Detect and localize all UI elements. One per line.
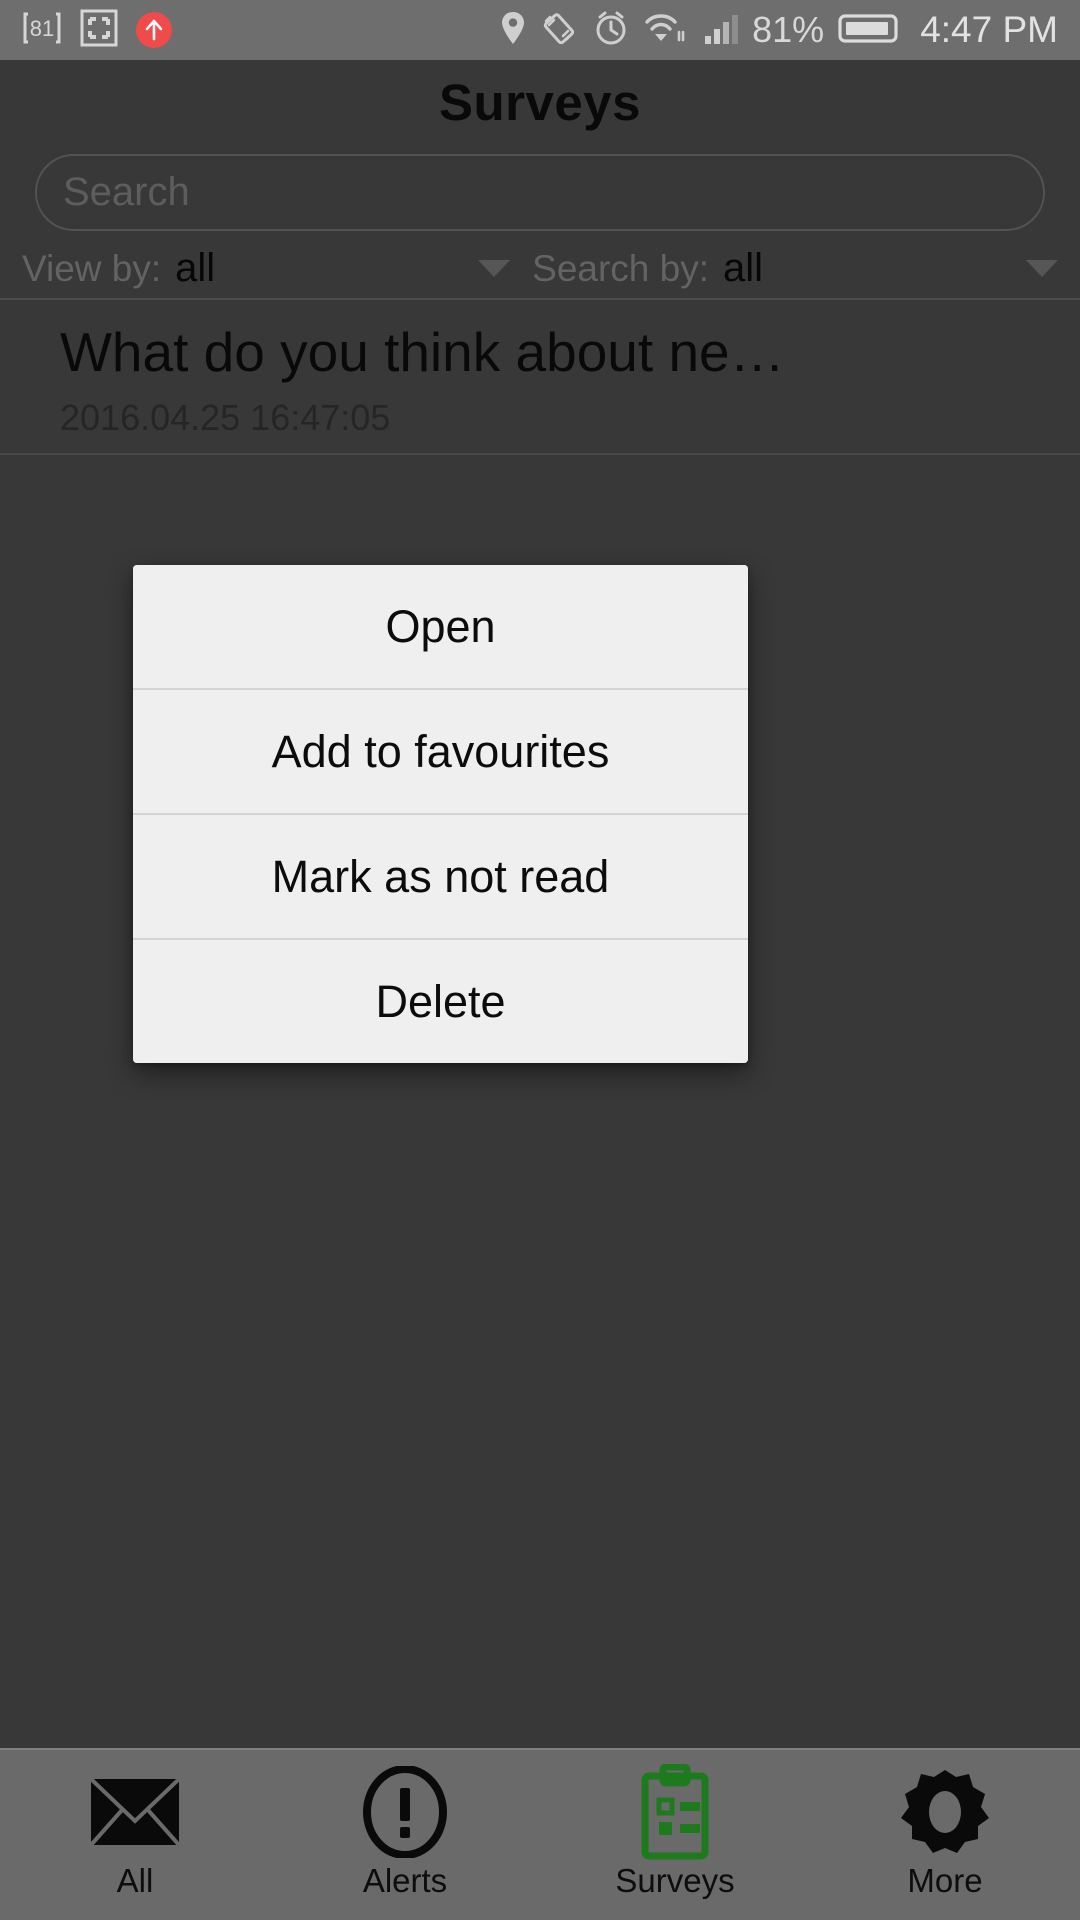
gear-icon <box>899 1764 991 1860</box>
auto-rotate-icon <box>540 9 578 52</box>
clipboard-checklist-icon <box>633 1764 717 1860</box>
menu-item-open[interactable]: Open <box>133 565 748 688</box>
search-placeholder: Search <box>63 169 190 214</box>
menu-item-add-to-favourites[interactable]: Add to favourites <box>133 688 748 813</box>
nav-label-all: All <box>116 1862 154 1899</box>
phone-screen: 81 81% 4:47 PM Surveys Search View by: a… <box>0 0 1080 1920</box>
filter-row: View by: all Search by: all <box>0 238 1080 300</box>
survey-list-item[interactable]: What do you think about ne… 2016.04.25 1… <box>0 300 1080 455</box>
alarm-clock-icon <box>592 9 630 52</box>
battery-percent-label: 81% <box>752 9 825 50</box>
search-by-value: all <box>723 245 764 290</box>
nav-tab-surveys[interactable]: Surveys <box>540 1750 810 1920</box>
wifi-icon <box>644 10 688 51</box>
upload-arrow-icon <box>136 12 172 48</box>
search-input[interactable]: Search <box>35 153 1045 231</box>
clock-label: 4:47 PM <box>920 9 1058 50</box>
view-by-label: View by: <box>22 247 162 289</box>
nav-tab-alerts[interactable]: Alerts <box>270 1750 540 1920</box>
exclamation-circle-icon <box>363 1764 447 1860</box>
view-by-value: all <box>175 245 216 290</box>
search-by-chevron-down-icon[interactable] <box>1026 259 1059 277</box>
view-by-chevron-down-icon[interactable] <box>478 259 511 277</box>
nav-label-alerts: Alerts <box>362 1862 448 1899</box>
status-bar: 81 81% 4:47 PM <box>0 0 1080 60</box>
menu-item-mark-as-not-read[interactable]: Mark as not read <box>133 813 748 938</box>
search-bar-container: Search <box>0 152 1080 232</box>
search-by-label: Search by: <box>532 247 710 289</box>
notification-count-icon: 81 <box>22 10 62 51</box>
menu-item-delete[interactable]: Delete <box>133 938 748 1063</box>
battery-icon <box>838 10 900 51</box>
app-header: Surveys <box>0 60 1080 145</box>
nav-tab-all[interactable]: All <box>0 1750 270 1920</box>
bottom-navigation-bar: All Alerts Surveys More <box>0 1748 1080 1920</box>
envelope-icon <box>89 1764 181 1860</box>
survey-timestamp: 2016.04.25 16:47:05 <box>60 397 391 438</box>
nav-tab-more[interactable]: More <box>810 1750 1080 1920</box>
view-by-filter[interactable]: View by: all <box>22 246 215 291</box>
page-title: Surveys <box>439 74 641 131</box>
status-bar-left-icons: 81 <box>22 9 172 52</box>
location-pin-icon <box>500 10 526 51</box>
nav-label-surveys: Surveys <box>615 1862 735 1899</box>
nav-label-more: More <box>907 1862 983 1899</box>
search-by-filter[interactable]: Search by: all <box>532 246 763 291</box>
screenshot-capture-icon <box>80 9 118 52</box>
survey-title: What do you think about ne… <box>60 321 785 383</box>
cellular-signal-icon <box>702 10 739 51</box>
svg-text:81: 81 <box>30 16 54 41</box>
status-bar-right-icons: 81% 4:47 PM <box>500 9 1058 52</box>
context-menu-dialog: Open Add to favourites Mark as not read … <box>133 565 748 1063</box>
